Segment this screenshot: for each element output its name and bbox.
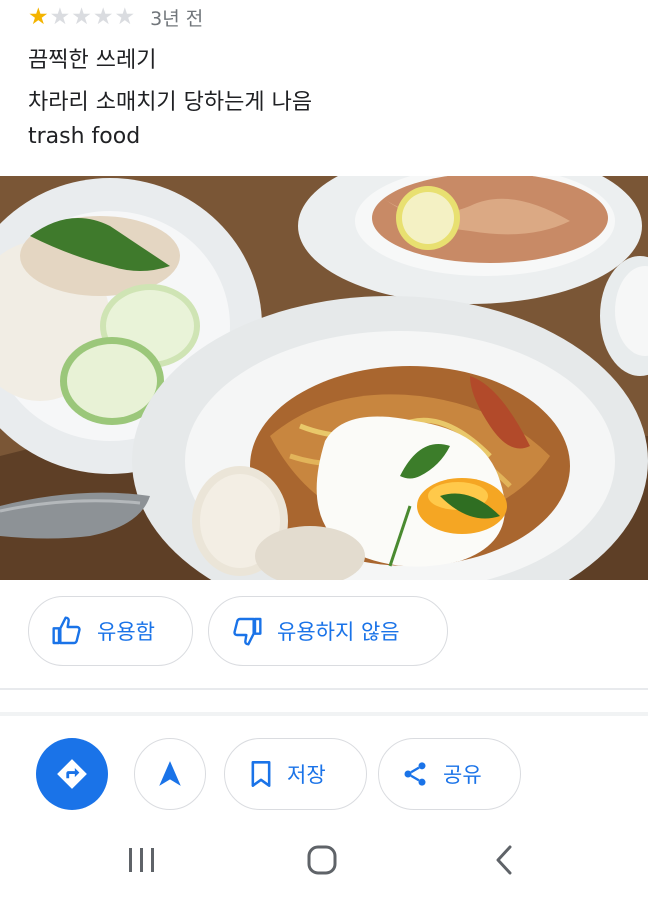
back-button[interactable] <box>474 830 534 890</box>
review-text-line: 끔찍한 쓰레기 <box>28 48 157 73</box>
food-photo <box>0 176 648 580</box>
home-button[interactable] <box>292 830 352 890</box>
star-empty-icon: ★ <box>92 3 114 30</box>
save-label: 저장 <box>287 763 326 787</box>
review-time: 3년 전 <box>150 7 204 30</box>
star-empty-icon: ★ <box>114 3 136 30</box>
system-navigation-bar <box>0 830 648 890</box>
divider <box>0 712 648 716</box>
share-button[interactable]: 공유 <box>378 738 521 810</box>
directions-button[interactable] <box>36 738 108 810</box>
recent-apps-button[interactable] <box>112 830 172 890</box>
thumbs-up-icon <box>52 616 81 645</box>
thumbs-down-icon <box>233 617 262 646</box>
not-useful-label: 유용하지 않음 <box>277 620 400 644</box>
directions-icon <box>57 759 87 789</box>
recent-apps-icon <box>129 848 154 872</box>
navigation-arrow-icon <box>159 761 181 786</box>
review-text-line: 차라리 소매치기 당하는게 나음 <box>28 90 313 115</box>
bookmark-icon <box>251 761 271 787</box>
share-icon <box>404 762 426 786</box>
divider <box>0 688 648 690</box>
rating-row: ★ ★ ★ ★ ★ 3년 전 <box>28 4 203 30</box>
useful-label: 유용함 <box>97 620 155 644</box>
star-filled-icon: ★ <box>28 3 49 30</box>
useful-button[interactable]: 유용함 <box>28 596 193 666</box>
home-icon <box>307 845 337 875</box>
navigate-button[interactable] <box>134 738 206 810</box>
save-button[interactable]: 저장 <box>224 738 367 810</box>
review-photo[interactable] <box>0 176 648 580</box>
review-text-line: trash food <box>28 124 141 149</box>
back-icon <box>496 845 512 875</box>
not-useful-button[interactable]: 유용하지 않음 <box>208 596 448 666</box>
star-empty-icon: ★ <box>71 3 92 30</box>
star-empty-icon: ★ <box>49 3 71 30</box>
share-label: 공유 <box>443 763 482 787</box>
